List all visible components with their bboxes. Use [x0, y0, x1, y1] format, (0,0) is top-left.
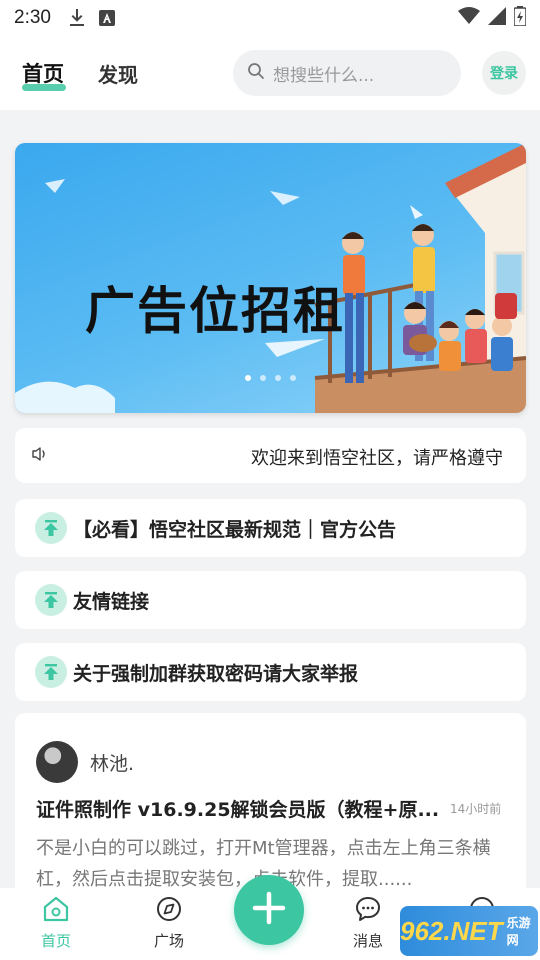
post-timestamp: 14小时前: [450, 802, 502, 816]
pin-top-icon: [35, 584, 67, 616]
tab-home-label: 首页: [22, 62, 64, 86]
status-time: 2:30: [14, 7, 51, 28]
banner-dot[interactable]: [245, 375, 251, 381]
watermark-main-text: 962.NET: [400, 915, 503, 946]
compass-icon: [155, 896, 183, 926]
banner-dot[interactable]: [290, 375, 296, 381]
create-post-button[interactable]: [234, 875, 304, 945]
wifi-icon: [458, 6, 480, 30]
battery-icon: [513, 5, 527, 31]
search-placeholder: 想搜些什么...: [273, 65, 375, 86]
nav-messages[interactable]: 消息: [338, 896, 398, 951]
banner-dot[interactable]: [275, 375, 281, 381]
search-icon: [247, 62, 265, 84]
search-input[interactable]: 想搜些什么...: [233, 50, 461, 96]
nav-square-label: 广场: [153, 932, 184, 950]
announcement-bar[interactable]: 欢迎来到悟空社区，请严格遵守: [15, 428, 526, 483]
app-notification-icon: [98, 10, 115, 26]
site-watermark: 962.NET 乐游网: [400, 906, 538, 956]
banner-ad-text: 广告位招租: [85, 281, 345, 340]
nav-square[interactable]: 广场: [139, 896, 199, 951]
speaker-icon: [31, 445, 49, 467]
download-icon: [69, 9, 85, 27]
pinned-title: 【必看】悟空社区最新规范｜官方公告: [73, 518, 397, 541]
tab-home[interactable]: 首页: [22, 58, 66, 91]
plus-icon: [251, 890, 287, 930]
watermark-sub-text: 乐游网: [506, 916, 531, 947]
pinned-item[interactable]: 关于强制加群获取密码请大家举报: [15, 643, 526, 701]
chat-icon: [354, 896, 382, 926]
pin-top-icon: [35, 512, 67, 544]
announcement-text: 欢迎来到悟空社区，请严格遵守: [251, 448, 503, 469]
ad-banner[interactable]: 广告位招租: [15, 143, 526, 413]
home-icon: [42, 896, 70, 926]
banner-dot[interactable]: [260, 375, 266, 381]
post-title[interactable]: 证件照制作 v16.9.25解锁会员版（教程+原...: [36, 795, 451, 822]
signal-icon: [488, 6, 506, 30]
post-author[interactable]: 林池.: [90, 749, 134, 776]
nav-messages-label: 消息: [352, 932, 383, 950]
top-header: 首页 发现 想搜些什么... 登录: [0, 36, 540, 110]
announcement-clip: 欢迎来到悟空社区，请严格遵守: [251, 428, 526, 483]
tab-discover-label: 发现: [98, 62, 138, 87]
nav-home-label: 首页: [40, 932, 71, 950]
pinned-title: 友情链接: [73, 590, 150, 613]
nav-home[interactable]: 首页: [26, 896, 86, 951]
banner-pagination: [245, 375, 296, 381]
avatar[interactable]: [36, 741, 78, 783]
pinned-item[interactable]: 友情链接: [15, 571, 526, 629]
pin-top-icon: [35, 656, 67, 688]
tab-discover[interactable]: 发现: [98, 59, 138, 88]
pinned-item[interactable]: 【必看】悟空社区最新规范｜官方公告: [15, 499, 526, 557]
login-button[interactable]: 登录: [482, 51, 526, 95]
pinned-title: 关于强制加群获取密码请大家举报: [73, 662, 359, 685]
status-bar: 2:30: [0, 0, 540, 36]
